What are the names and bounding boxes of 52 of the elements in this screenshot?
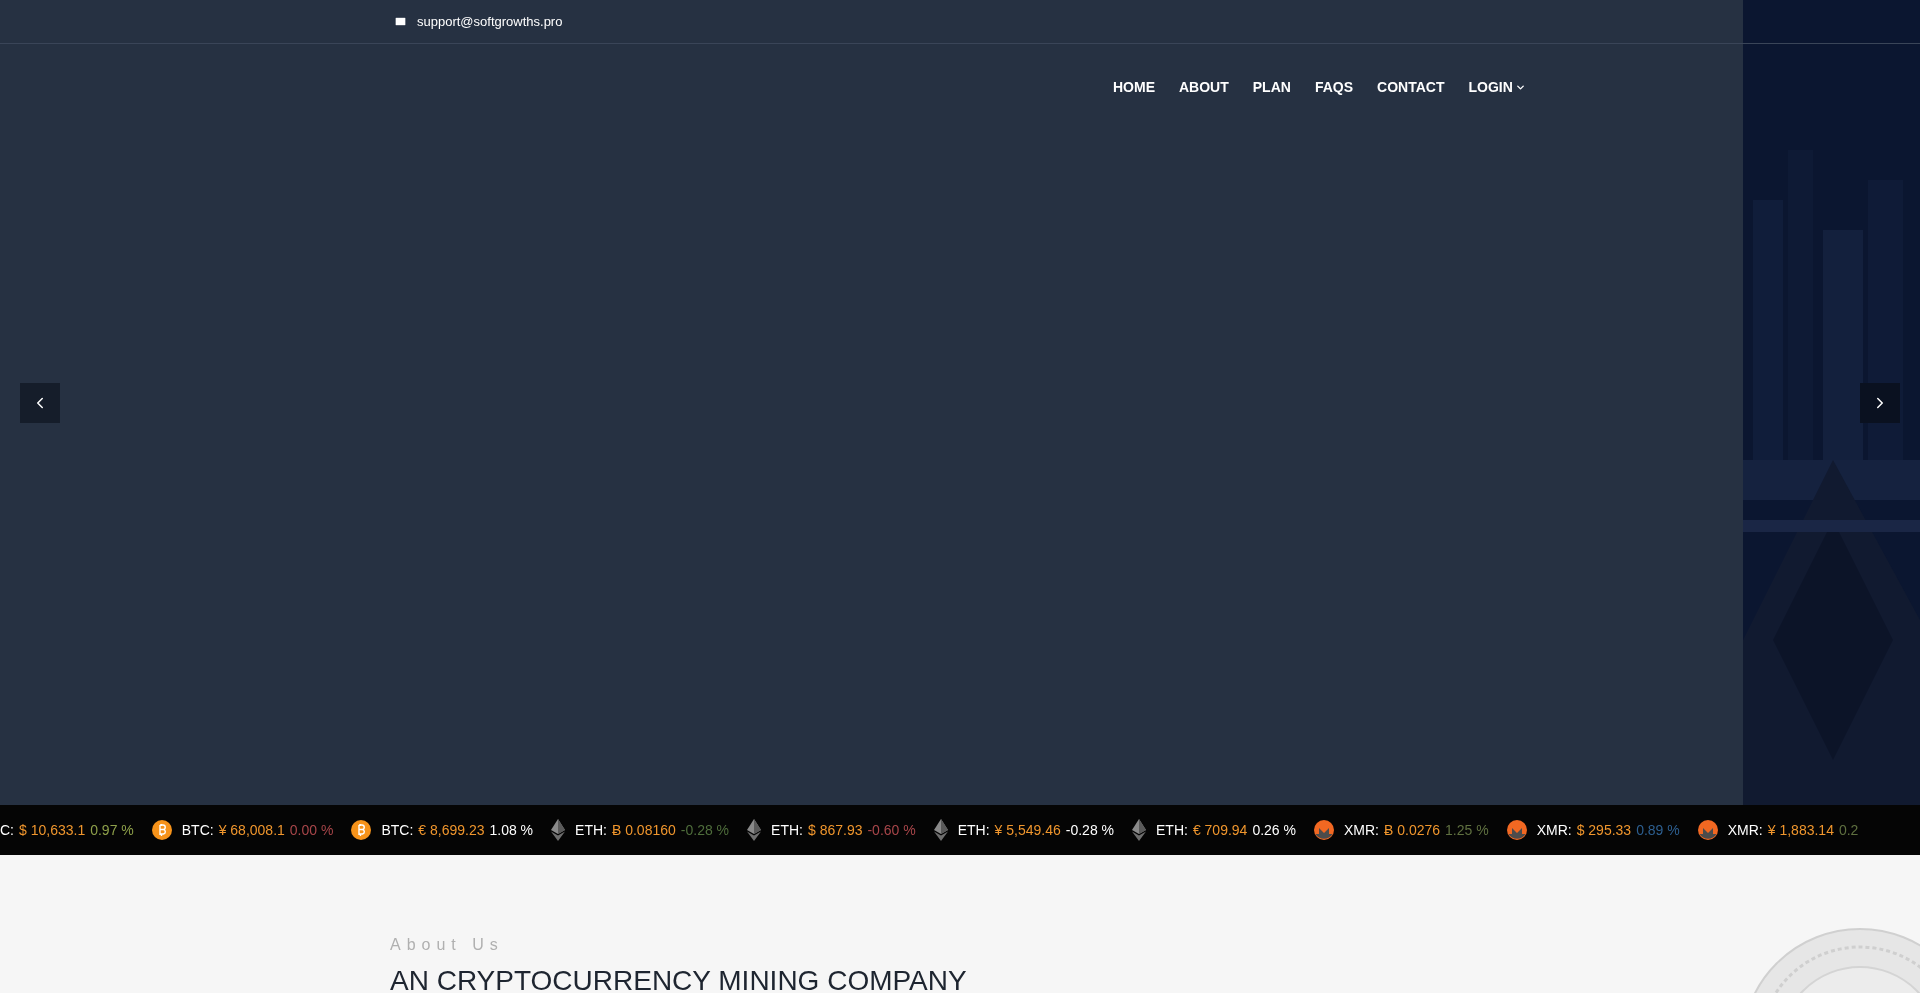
coin-price: $ 295.33	[1576, 820, 1632, 840]
price-change: -0.28 %	[680, 820, 730, 840]
nav-link[interactable]: ABOUT	[1179, 77, 1229, 98]
price-change: 1.25 %	[1445, 820, 1489, 840]
price-change: 1.08 %	[489, 820, 534, 840]
price-change: 0.97 %	[90, 820, 134, 840]
caret-icon	[1514, 82, 1526, 93]
diamond-icon	[933, 819, 948, 841]
next-slide-button[interactable]	[1860, 383, 1900, 423]
coin-price: Ƀ 0.0276	[1384, 820, 1441, 840]
nav-link[interactable]: CONTACT	[1377, 77, 1445, 98]
coin-price: € 8,699.23	[418, 820, 485, 840]
price-change: 0.26 %	[1252, 820, 1296, 840]
section-heading: AN CRYPTOCURRENCY MINING COMPANY	[390, 965, 967, 993]
coin-symbol: BTC:	[381, 820, 414, 840]
coin-symbol: ETH:	[771, 820, 803, 840]
coin-symbol: ETH:	[957, 820, 990, 840]
login-menu[interactable]: LOGIN	[1468, 77, 1526, 98]
nav-link[interactable]: FAQS	[1314, 77, 1354, 98]
diamond-icon	[1132, 819, 1146, 841]
coin-b-icon	[151, 820, 172, 840]
coin-symbol: BTC:	[181, 820, 214, 840]
price-change: -0.28 %	[1065, 820, 1114, 840]
price-change: 0.00 %	[289, 820, 334, 840]
previous-slide-button[interactable]	[20, 383, 60, 423]
section-eyebrow: About Us	[390, 935, 504, 955]
coin-price: ¥ 5,549.46	[994, 820, 1061, 840]
nav-link[interactable]: HOME	[1113, 77, 1155, 98]
coin-symbol: XMR:	[1727, 820, 1763, 840]
coin-symbol: ETH:	[1156, 820, 1188, 840]
coin-price: ¥ 68,008.1	[218, 820, 285, 840]
diamond-icon	[747, 819, 762, 841]
coin-symbol: C:	[0, 820, 14, 840]
coin-price: $ 867.93	[807, 820, 863, 840]
coin-price: $ 10,633.1	[19, 820, 86, 840]
coin-b-icon	[351, 820, 372, 840]
coin-m-icon	[1697, 820, 1718, 840]
diamond-icon	[551, 819, 566, 841]
mail-icon	[394, 15, 407, 28]
support-email: support@softgrowths.pro	[417, 12, 563, 31]
coin-m-icon	[1314, 820, 1334, 840]
coin-symbol: XMR:	[1536, 820, 1572, 840]
coin-price: ¥ 1,883.14	[1767, 820, 1834, 840]
coin-price: Ƀ 0.08160	[611, 820, 676, 840]
nav-link[interactable]: PLAN	[1252, 77, 1291, 98]
coin-price: € 709.94	[1192, 820, 1248, 840]
price-change: -0.60 %	[867, 820, 916, 840]
coin-symbol: XMR:	[1344, 820, 1379, 840]
coin-symbol: ETH:	[575, 820, 607, 840]
coin-m-icon	[1506, 820, 1527, 840]
price-change: 0.2	[1838, 820, 1859, 840]
price-change: 0.89 %	[1636, 820, 1680, 840]
